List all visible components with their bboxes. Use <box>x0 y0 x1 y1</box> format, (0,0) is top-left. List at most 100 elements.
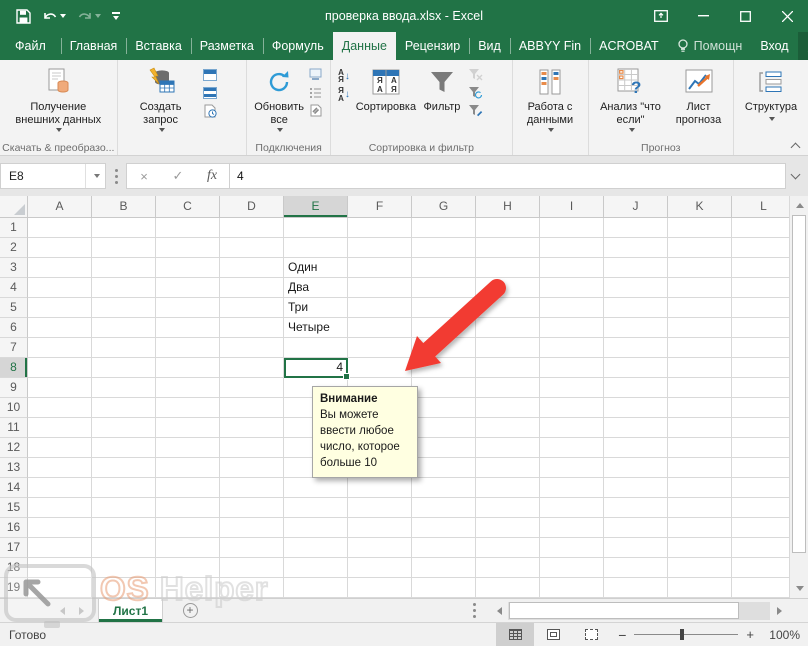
cell-L14[interactable] <box>732 478 789 498</box>
cell-B17[interactable] <box>92 538 156 558</box>
cell-H6[interactable] <box>476 318 540 338</box>
horizontal-scrollbar-thumb[interactable] <box>509 602 739 619</box>
cell-H1[interactable] <box>476 218 540 238</box>
cell-C15[interactable] <box>156 498 220 518</box>
cell-G1[interactable] <box>412 218 476 238</box>
cell-J10[interactable] <box>604 398 668 418</box>
cell-F15[interactable] <box>348 498 412 518</box>
cell-D15[interactable] <box>220 498 284 518</box>
collapse-ribbon-icon[interactable] <box>792 141 800 149</box>
cell-K17[interactable] <box>668 538 732 558</box>
cell-B7[interactable] <box>92 338 156 358</box>
cell-E14[interactable] <box>284 478 348 498</box>
cell-H9[interactable] <box>476 378 540 398</box>
structure-button[interactable]: Структура <box>738 63 804 137</box>
cell-C12[interactable] <box>156 438 220 458</box>
cell-H8[interactable] <box>476 358 540 378</box>
customize-qat-icon[interactable] <box>112 12 120 20</box>
cell-D9[interactable] <box>220 378 284 398</box>
cell-J5[interactable] <box>604 298 668 318</box>
scroll-right-icon[interactable] <box>770 602 788 620</box>
cell-G2[interactable] <box>412 238 476 258</box>
cell-L19[interactable] <box>732 578 789 598</box>
cell-F1[interactable] <box>348 218 412 238</box>
sheet-tab-active[interactable]: Лист1 <box>98 599 163 622</box>
cell-G10[interactable] <box>412 398 476 418</box>
cell-I4[interactable] <box>540 278 604 298</box>
cell-E1[interactable] <box>284 218 348 238</box>
cell-B16[interactable] <box>92 518 156 538</box>
cell-J17[interactable] <box>604 538 668 558</box>
cell-F6[interactable] <box>348 318 412 338</box>
column-header-G[interactable]: G <box>412 196 476 218</box>
cell-L11[interactable] <box>732 418 789 438</box>
cell-K13[interactable] <box>668 458 732 478</box>
cell-L12[interactable] <box>732 438 789 458</box>
cell-C18[interactable] <box>156 558 220 578</box>
cell-A7[interactable] <box>28 338 92 358</box>
row-header-10[interactable]: 10 <box>0 398 28 418</box>
cell-A11[interactable] <box>28 418 92 438</box>
row-header-8[interactable]: 8 <box>0 358 28 378</box>
row-header-3[interactable]: 3 <box>0 258 28 278</box>
cell-H17[interactable] <box>476 538 540 558</box>
cell-K19[interactable] <box>668 578 732 598</box>
cell-I18[interactable] <box>540 558 604 578</box>
cell-D8[interactable] <box>220 358 284 378</box>
cell-B19[interactable] <box>92 578 156 598</box>
cell-G7[interactable] <box>412 338 476 358</box>
normal-view-button[interactable] <box>496 623 534 646</box>
cell-I17[interactable] <box>540 538 604 558</box>
cell-G13[interactable] <box>412 458 476 478</box>
cell-J12[interactable] <box>604 438 668 458</box>
expand-formula-bar-icon[interactable] <box>788 168 804 184</box>
cell-E3[interactable]: Один <box>284 258 348 278</box>
cell-I12[interactable] <box>540 438 604 458</box>
cell-F19[interactable] <box>348 578 412 598</box>
cell-G14[interactable] <box>412 478 476 498</box>
cell-B12[interactable] <box>92 438 156 458</box>
cell-K4[interactable] <box>668 278 732 298</box>
cell-H11[interactable] <box>476 418 540 438</box>
cell-E4[interactable]: Два <box>284 278 348 298</box>
cell-I1[interactable] <box>540 218 604 238</box>
close-button[interactable] <box>766 0 808 32</box>
cell-A4[interactable] <box>28 278 92 298</box>
cell-H16[interactable] <box>476 518 540 538</box>
column-header-B[interactable]: B <box>92 196 156 218</box>
cell-K9[interactable] <box>668 378 732 398</box>
share-button[interactable]: Общий доступ <box>798 32 808 60</box>
tab-6[interactable]: Данные <box>333 32 396 60</box>
cell-C16[interactable] <box>156 518 220 538</box>
row-header-5[interactable]: 5 <box>0 298 28 318</box>
cell-G9[interactable] <box>412 378 476 398</box>
horizontal-scrollbar[interactable] <box>508 602 770 620</box>
cell-B2[interactable] <box>92 238 156 258</box>
cell-C8[interactable] <box>156 358 220 378</box>
cell-D4[interactable] <box>220 278 284 298</box>
tab-4[interactable]: Разметка <box>191 32 263 60</box>
cell-D16[interactable] <box>220 518 284 538</box>
cell-D18[interactable] <box>220 558 284 578</box>
cell-L13[interactable] <box>732 458 789 478</box>
cell-D17[interactable] <box>220 538 284 558</box>
cell-B6[interactable] <box>92 318 156 338</box>
cell-H18[interactable] <box>476 558 540 578</box>
column-header-K[interactable]: K <box>668 196 732 218</box>
cell-E7[interactable] <box>284 338 348 358</box>
cell-I7[interactable] <box>540 338 604 358</box>
cell-F5[interactable] <box>348 298 412 318</box>
cell-B8[interactable] <box>92 358 156 378</box>
cell-H3[interactable] <box>476 258 540 278</box>
row-header-1[interactable]: 1 <box>0 218 28 238</box>
cell-A10[interactable] <box>28 398 92 418</box>
row-header-14[interactable]: 14 <box>0 478 28 498</box>
tab-8[interactable]: Вид <box>469 32 510 60</box>
name-box[interactable]: E8 <box>0 163 106 189</box>
cell-H13[interactable] <box>476 458 540 478</box>
row-header-2[interactable]: 2 <box>0 238 28 258</box>
cell-A13[interactable] <box>28 458 92 478</box>
cell-I15[interactable] <box>540 498 604 518</box>
cell-E19[interactable] <box>284 578 348 598</box>
cell-C7[interactable] <box>156 338 220 358</box>
